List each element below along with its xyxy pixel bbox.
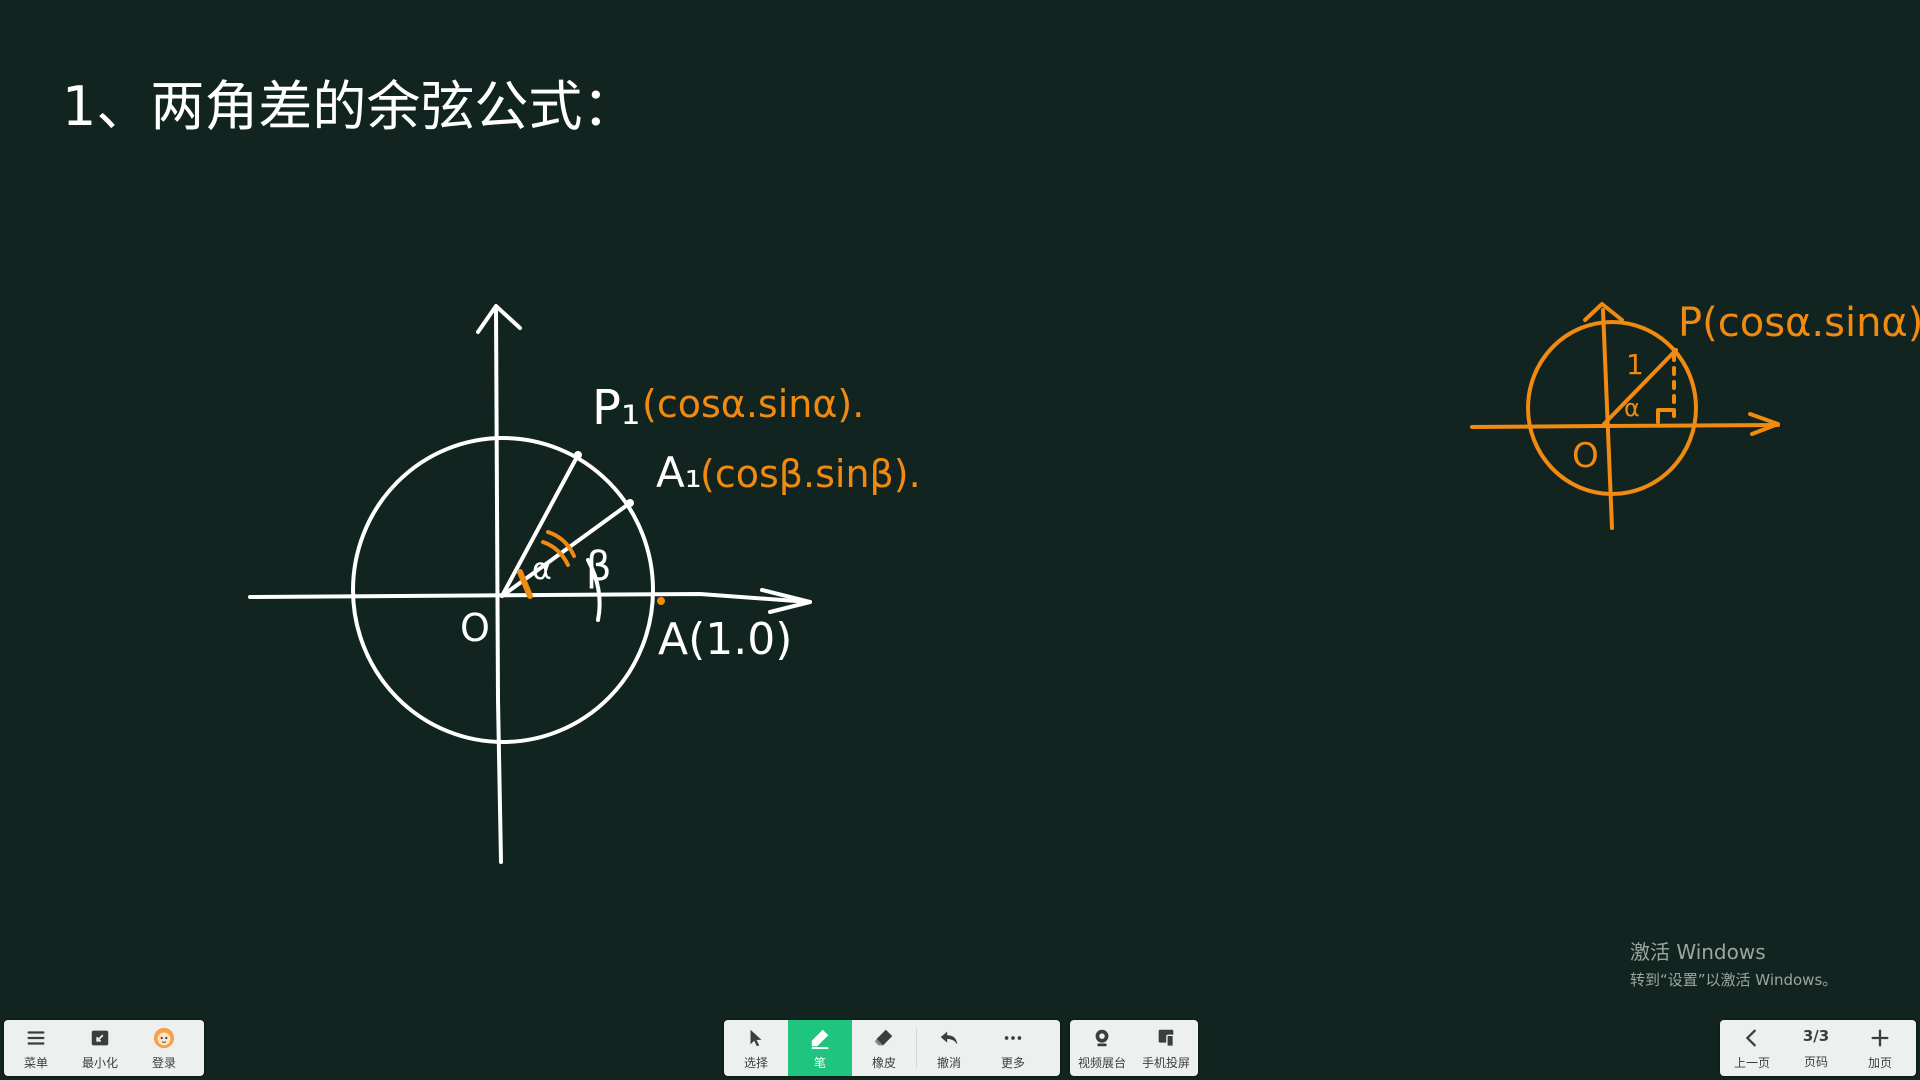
phone-cast-button[interactable]: 手机投屏: [1134, 1020, 1198, 1076]
watermark-title: 激活 Windows: [1630, 940, 1766, 964]
prev-page-button[interactable]: 上一页: [1720, 1020, 1784, 1076]
label-a: A(1.0): [658, 614, 793, 665]
chevron-left-icon: [1740, 1026, 1764, 1050]
label-beta: β: [586, 544, 612, 590]
small-label-origin: O: [1572, 436, 1599, 476]
prev-page-label: 上一页: [1733, 1055, 1770, 1070]
camera-icon: [1090, 1026, 1114, 1050]
more-label: 更多: [1000, 1055, 1025, 1070]
label-alpha: α: [532, 552, 552, 587]
pen-tool-label: 笔: [813, 1055, 826, 1070]
eraser-tool-button[interactable]: 橡皮: [852, 1020, 916, 1076]
add-page-button[interactable]: 加页: [1848, 1020, 1912, 1076]
drawing-toolbar: 选择 笔 橡皮 撤消 更多: [724, 1020, 1060, 1076]
minimize-label: 最小化: [81, 1055, 118, 1070]
y-axis-arrow: [476, 304, 522, 334]
minimize-button[interactable]: 最小化: [68, 1020, 132, 1076]
left-toolbar: 菜单 最小化 登录: [4, 1020, 204, 1076]
add-page-label: 加页: [1867, 1055, 1892, 1070]
label-p1: P₁: [592, 380, 641, 436]
watermark-subtitle: 转到“设置”以激活 Windows。: [1630, 971, 1838, 989]
login-button[interactable]: 登录: [132, 1020, 196, 1076]
menu-icon: [24, 1026, 48, 1050]
undo-label: 撤消: [936, 1055, 961, 1070]
plus-icon: [1868, 1026, 1892, 1050]
page-number-label: 页码: [1803, 1054, 1828, 1069]
pen-icon: [808, 1026, 832, 1050]
heading-handwriting: 1、两角差的余弦公式：: [62, 75, 637, 138]
media-toolbar: 视频展台 手机投屏: [1070, 1020, 1198, 1076]
small-label-one: 1: [1626, 348, 1644, 381]
select-tool-button[interactable]: 选择: [724, 1020, 788, 1076]
small-label-alpha: α: [1624, 394, 1640, 422]
more-button[interactable]: 更多: [981, 1020, 1045, 1076]
more-icon: [1001, 1026, 1025, 1050]
login-label: 登录: [151, 1055, 176, 1070]
pen-tool-button[interactable]: 笔: [788, 1020, 852, 1076]
small-x-axis: [1470, 423, 1780, 429]
handwriting-layer: [248, 302, 1780, 864]
y-axis-stroke: [494, 308, 503, 864]
minimize-icon: [88, 1026, 112, 1050]
phone-cast-icon: [1154, 1026, 1178, 1050]
video-booth-label: 视频展台: [1077, 1055, 1126, 1070]
small-label-p: P(cosα.sinα): [1678, 300, 1920, 346]
eraser-icon: [872, 1026, 896, 1050]
page-number-indicator[interactable]: 3/3 页码: [1784, 1020, 1848, 1076]
menu-label: 菜单: [23, 1055, 48, 1070]
select-tool-label: 选择: [743, 1055, 768, 1070]
video-booth-button[interactable]: 视频展台: [1070, 1020, 1134, 1076]
eraser-tool-label: 橡皮: [871, 1055, 896, 1070]
label-a1-coords: (cosβ.sinβ).: [700, 452, 921, 496]
label-origin: O: [460, 606, 490, 650]
menu-button[interactable]: 菜单: [4, 1020, 68, 1076]
undo-icon: [937, 1026, 961, 1050]
windows-activation-watermark: 激活 Windows 转到“设置”以激活 Windows。: [1630, 936, 1837, 990]
label-a1: A₁: [656, 448, 702, 497]
cursor-icon: [744, 1026, 768, 1050]
phone-cast-label: 手机投屏: [1141, 1055, 1190, 1070]
avatar-icon: [152, 1026, 176, 1050]
small-right-angle: [1656, 408, 1674, 424]
label-p1-coords: (cosα.sinα).: [642, 382, 865, 426]
page-toolbar: 上一页 3/3 页码 加页: [1720, 1020, 1916, 1076]
undo-button[interactable]: 撤消: [917, 1020, 981, 1076]
page-number-value: 3/3: [1802, 1026, 1830, 1045]
whiteboard-canvas[interactable]: 1、两角差的余弦公式： P₁ (cosα.sinα). A₁ (cosβ.sin…: [0, 0, 1920, 1080]
